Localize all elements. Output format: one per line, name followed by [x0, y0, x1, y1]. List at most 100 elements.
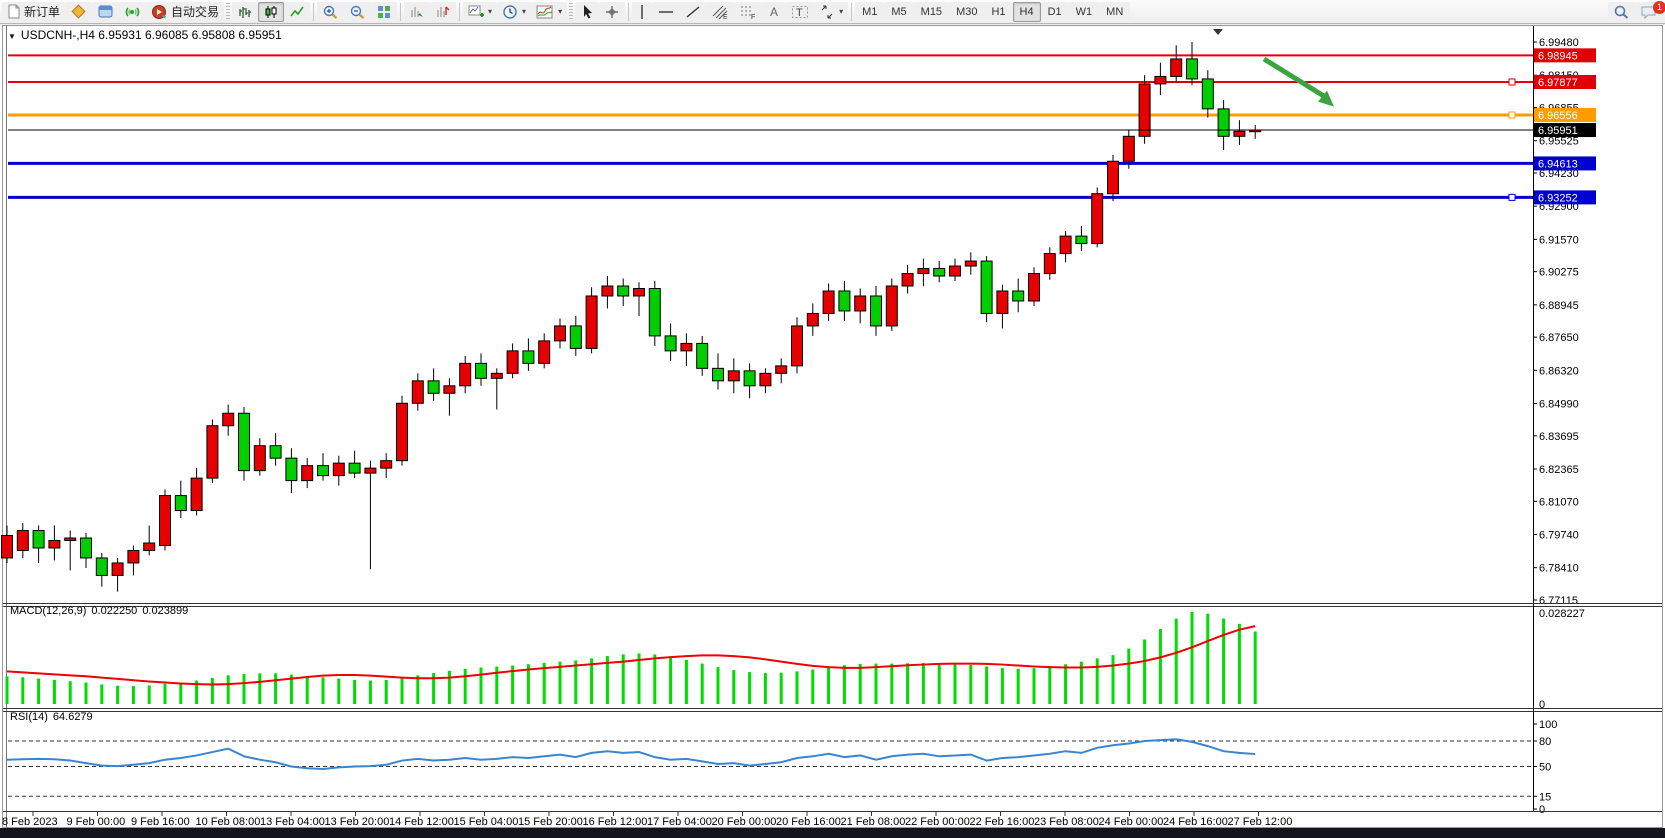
channel-tool-button[interactable]: E [706, 2, 734, 22]
cursor-tool-button[interactable] [575, 2, 599, 22]
candle-body [112, 563, 123, 575]
price-tag-text: 6.93252 [1538, 192, 1578, 204]
add-indicator-button[interactable]: ▾ [463, 2, 497, 22]
macd-histogram-bar [1159, 629, 1162, 704]
candle-body [602, 286, 613, 296]
zoom-out-button[interactable] [344, 2, 371, 22]
bar-chart-type-button[interactable] [232, 2, 258, 22]
macd-histogram-bar [827, 667, 830, 704]
tf-button-W1[interactable]: W1 [1069, 2, 1100, 22]
candle-body [17, 531, 28, 551]
price-axis-label: 6.88945 [1539, 300, 1579, 312]
macd-histogram-bar [227, 675, 230, 704]
candle-body [1029, 274, 1040, 301]
candle-body [1218, 109, 1229, 136]
candle-body [270, 446, 281, 458]
chevron-down-icon: ▾ [488, 7, 492, 16]
auto-scroll-button[interactable] [404, 2, 430, 22]
macd-histogram-bar [1206, 614, 1209, 704]
text-tool-button[interactable]: A [762, 2, 786, 22]
taskbar-strip [0, 828, 1665, 838]
macd-histogram-bar [37, 679, 40, 704]
text-label-tool-button[interactable]: T [786, 2, 814, 22]
signal-button[interactable] [119, 2, 146, 22]
candle-body [207, 426, 218, 478]
price-chart-canvas[interactable]: 6.994806.981506.968556.955256.942306.929… [0, 25, 1665, 828]
crosshair-tool-button[interactable] [599, 2, 625, 22]
macd-histogram-bar [337, 679, 340, 704]
macd-histogram-bar [859, 664, 862, 704]
tf-button-D1[interactable]: D1 [1041, 2, 1069, 22]
template-button[interactable]: ▾ [531, 2, 567, 22]
line-chart-icon [289, 4, 305, 20]
trendline-tool-button[interactable] [680, 2, 706, 22]
macd-histogram-bar [353, 680, 356, 704]
tf-button-M30[interactable]: M30 [949, 2, 984, 22]
candle-body [1155, 76, 1166, 83]
candle-body [697, 343, 708, 368]
tf-button-M1[interactable]: M1 [855, 2, 884, 22]
time-axis-label: 24 Feb 00:00 [1099, 816, 1164, 828]
rsi-axis-label: 100 [1539, 719, 1557, 731]
candle-body [997, 291, 1008, 313]
toolbar-separator [313, 3, 314, 21]
period-clock-icon [502, 4, 518, 20]
timeframe-group: M1M5M15M30H1H4D1W1MN [855, 2, 1130, 22]
tf-button-MN[interactable]: MN [1099, 2, 1130, 22]
chart-header[interactable]: ▼USDCNH-,H4 6.95931 6.96085 6.95808 6.95… [8, 28, 282, 42]
candle-body [760, 373, 771, 385]
candle-body [397, 403, 408, 460]
vline-tool-button[interactable] [632, 2, 652, 22]
price-axis-label: 6.86320 [1539, 365, 1579, 377]
auto-trading-button[interactable]: 自动交易 [146, 2, 224, 22]
hline-tool-button[interactable] [652, 2, 680, 22]
time-axis-label: 17 Feb 04:00 [647, 816, 712, 828]
time-axis-label: 13 Feb 04:00 [260, 816, 325, 828]
tile-windows-button[interactable] [371, 2, 397, 22]
macd-histogram-bar [748, 672, 751, 704]
candle-body [81, 538, 92, 558]
notification-badge: 1 [1653, 1, 1665, 14]
market-watch-button[interactable] [92, 2, 119, 22]
toolbar-separator [459, 3, 460, 21]
notifications-button[interactable]: 1 [1635, 2, 1663, 22]
chart-shift-button[interactable] [430, 2, 456, 22]
candlestick-icon [263, 4, 279, 20]
new-order-icon [7, 4, 21, 19]
candle-body [555, 326, 566, 341]
candle-body [175, 496, 186, 511]
macd-indicator-label: MACD(12,26,9)0.0222500.023899 [10, 605, 188, 617]
tf-button-H4[interactable]: H4 [1013, 2, 1041, 22]
macd-histogram-bar [480, 667, 483, 704]
price-tag-text: 6.94613 [1538, 158, 1578, 170]
macd-histogram-bar [21, 677, 24, 704]
svg-text:F: F [751, 14, 755, 20]
macd-histogram-bar [875, 664, 878, 704]
line-handle [1509, 79, 1515, 85]
candle-body [49, 540, 60, 547]
candle-body [381, 461, 392, 468]
main-toolbar: 新订单 自动交易 ▾ ▾ [0, 0, 1665, 24]
charts-button[interactable] [65, 2, 92, 22]
macd-histogram-bar [464, 669, 467, 704]
search-button[interactable] [1608, 2, 1635, 22]
line-chart-type-button[interactable] [284, 2, 310, 22]
time-axis-label: 16 Feb 12:00 [583, 816, 648, 828]
macd-histogram-bar [369, 681, 372, 704]
macd-histogram-bar [985, 667, 988, 704]
candle-body [444, 386, 455, 393]
new-order-button[interactable]: 新订单 [2, 2, 65, 22]
macd-histogram-bar [85, 682, 88, 704]
tf-button-M5[interactable]: M5 [884, 2, 913, 22]
tf-button-M15[interactable]: M15 [914, 2, 949, 22]
period-button[interactable]: ▾ [497, 2, 531, 22]
macd-histogram-bar [780, 673, 783, 704]
candlestick-type-button[interactable] [258, 2, 284, 22]
fibonacci-tool-button[interactable]: F [734, 2, 762, 22]
collapse-triangle-icon[interactable]: ▼ [8, 32, 16, 41]
macd-histogram-bar [717, 667, 720, 704]
shapes-tool-button[interactable]: ▾ [814, 2, 848, 22]
zoom-in-button[interactable] [317, 2, 344, 22]
tf-button-H1[interactable]: H1 [984, 2, 1012, 22]
macd-histogram-bar [938, 663, 941, 704]
